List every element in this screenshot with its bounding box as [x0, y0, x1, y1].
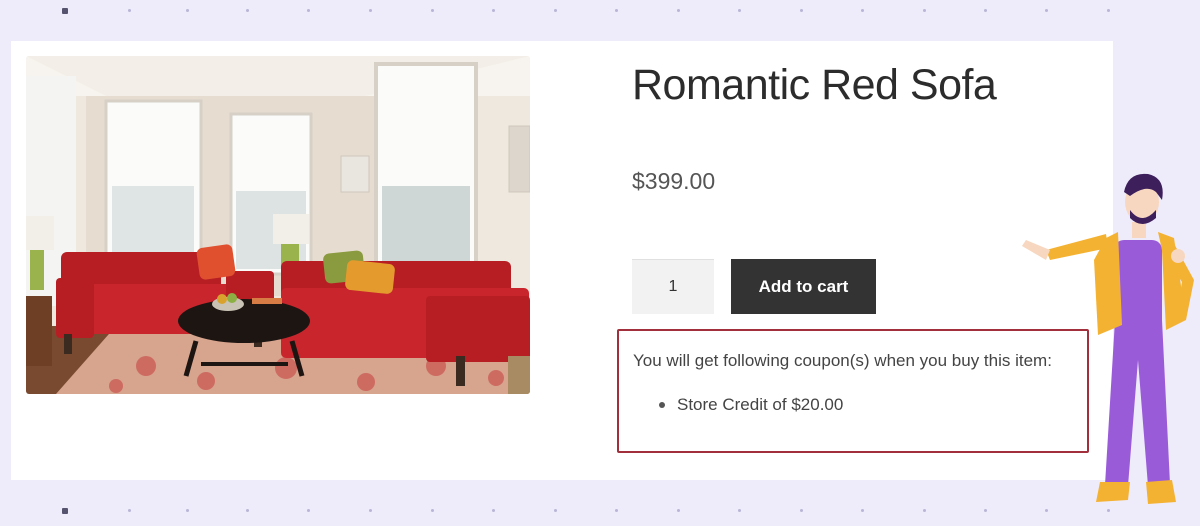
add-to-cart-button[interactable]: Add to cart — [731, 259, 876, 314]
presenter-figure — [1022, 173, 1194, 504]
top-dot-row — [0, 6, 1200, 16]
quantity-input[interactable] — [632, 259, 714, 314]
living-room-illustration — [26, 56, 530, 394]
product-card: Romantic Red Sofa $399.00 Add to cart Yo… — [11, 41, 1113, 480]
coupon-item-label: Store Credit of $20.00 — [677, 395, 844, 414]
product-image[interactable] — [26, 56, 530, 394]
bullet-icon — [659, 402, 665, 408]
coupon-list: Store Credit of $20.00 — [659, 395, 843, 415]
presenter-illustration — [1010, 170, 1200, 521]
product-price: $399.00 — [632, 168, 716, 194]
product-title: Romantic Red Sofa — [632, 61, 997, 109]
list-item: Store Credit of $20.00 — [659, 395, 843, 415]
coupon-intro-text: You will get following coupon(s) when yo… — [633, 351, 1052, 370]
